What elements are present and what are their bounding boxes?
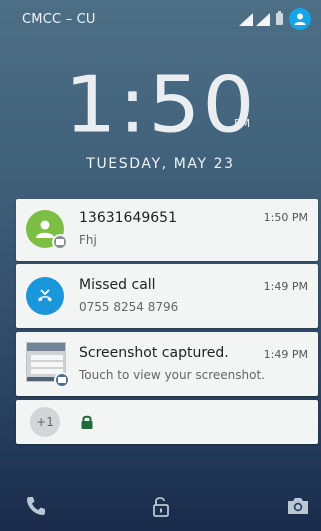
status-bar: CMCC – CU bbox=[0, 0, 321, 38]
more-notifications-count: +1 bbox=[30, 407, 60, 437]
signal-strength-icon-2 bbox=[256, 12, 270, 26]
lock-icon bbox=[81, 415, 93, 429]
notification-subtitle: 0755 8254 8796 bbox=[79, 300, 179, 314]
message-icon bbox=[52, 234, 68, 250]
image-icon bbox=[54, 372, 70, 388]
notification-subtitle: Fhj bbox=[79, 233, 97, 247]
notification-time: 1:49 PM bbox=[263, 348, 308, 361]
signal-strength-icon bbox=[239, 12, 253, 26]
clock-time: 1:50 bbox=[64, 60, 257, 151]
notification-title: Screenshot captured. bbox=[79, 345, 229, 361]
notification-missed-call[interactable]: Missed call 0755 8254 8796 1:49 PM bbox=[16, 264, 318, 328]
clock: 1:50 bbox=[0, 58, 321, 153]
notification-more[interactable]: +1 bbox=[16, 400, 318, 444]
battery-icon bbox=[276, 11, 283, 25]
carrier-name: CMCC – CU bbox=[22, 11, 96, 27]
lockscreen-date: TUESDAY, MAY 23 bbox=[86, 156, 235, 172]
notification-title: 13631649651 bbox=[79, 210, 177, 226]
clock-ampm: PM bbox=[234, 117, 251, 130]
notification-screenshot[interactable]: Screenshot captured. Touch to view your … bbox=[16, 332, 318, 396]
notification-time: 1:50 PM bbox=[263, 211, 308, 224]
phone-icon[interactable] bbox=[24, 494, 48, 518]
camera-icon[interactable] bbox=[286, 494, 310, 518]
user-avatar-icon[interactable] bbox=[289, 8, 311, 30]
unlock-icon[interactable] bbox=[149, 494, 173, 518]
notification-title: Missed call bbox=[79, 277, 156, 293]
status-icons bbox=[239, 8, 311, 30]
lockscreen-shortcuts bbox=[0, 494, 321, 524]
notification-subtitle: Touch to view your screenshot. bbox=[79, 368, 265, 382]
notification-message[interactable]: 13631649651 Fhj 1:50 PM bbox=[16, 199, 318, 261]
missed-call-icon bbox=[26, 277, 64, 315]
notification-time: 1:49 PM bbox=[263, 280, 308, 293]
